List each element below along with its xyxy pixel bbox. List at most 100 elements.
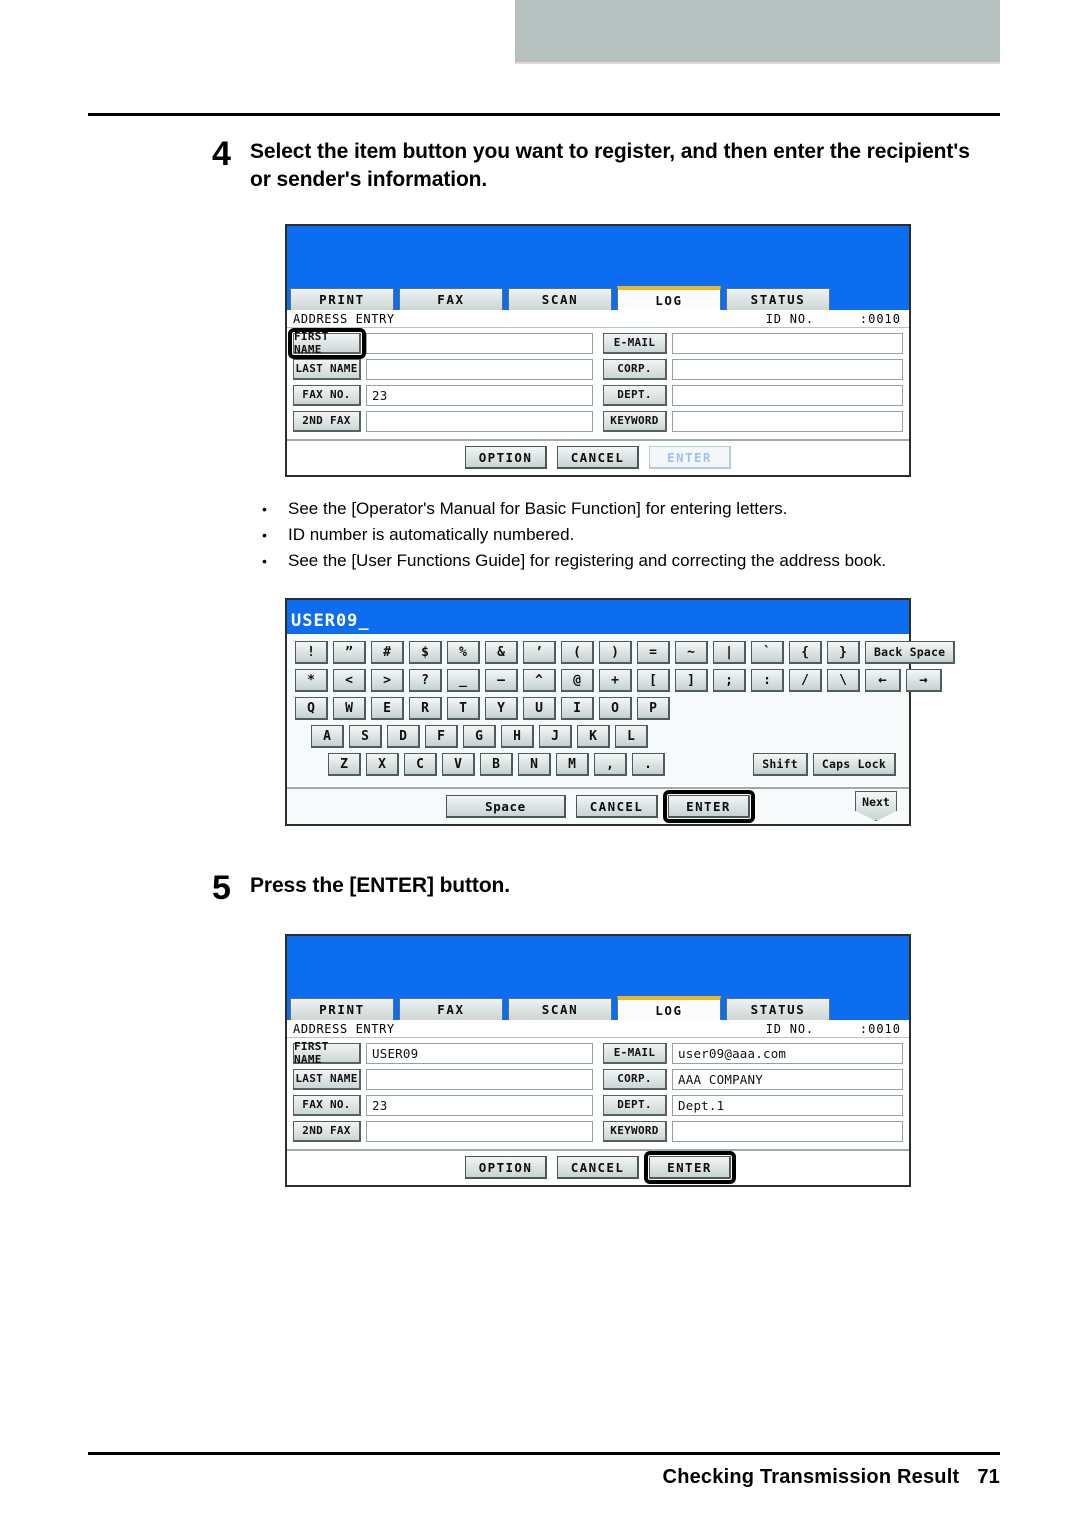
option-button[interactable]: OPTION [465,446,547,469]
key-![interactable]: ! [295,641,328,664]
tab-print[interactable]: PRINT [290,998,394,1020]
key-:[interactable]: : [751,669,784,692]
tab-fax[interactable]: FAX [399,998,503,1020]
field-value-e-mail[interactable] [672,332,903,354]
field-button-fax-no[interactable]: FAX NO. [293,1094,361,1116]
key-”[interactable]: ” [333,641,366,664]
key-Q[interactable]: Q [295,697,328,720]
key-*[interactable]: * [295,669,328,692]
key->[interactable]: > [371,669,404,692]
key-N[interactable]: N [518,753,551,776]
key-;[interactable]: ; [713,669,746,692]
field-button-2nd-fax[interactable]: 2ND FAX [293,410,361,432]
key-@[interactable]: @ [561,669,594,692]
key-|[interactable]: | [713,641,746,664]
field-value-corp[interactable] [672,358,903,380]
key-~[interactable]: ~ [675,641,708,664]
key-F[interactable]: F [425,725,458,748]
key-Y[interactable]: Y [485,697,518,720]
key-/[interactable]: / [789,669,822,692]
key-}[interactable]: } [827,641,860,664]
field-button-2nd-fax[interactable]: 2ND FAX [293,1120,361,1142]
key-back-space[interactable]: Back Space [865,641,956,664]
key-D[interactable]: D [387,725,420,748]
tab-status[interactable]: STATUS [726,998,830,1020]
field-value-2nd-fax[interactable] [366,410,593,432]
tab-log[interactable]: LOG [617,996,721,1020]
field-value-2nd-fax[interactable] [366,1120,593,1142]
tab-fax[interactable]: FAX [399,288,503,310]
key-<[interactable]: < [333,669,366,692]
key-C[interactable]: C [404,753,437,776]
cancel-button[interactable]: CANCEL [557,1156,639,1179]
key-K[interactable]: K [577,725,610,748]
field-button-first-name[interactable]: FIRST NAME [288,327,366,359]
enter-button[interactable]: ENTER [644,1151,736,1184]
field-value-fax-no[interactable]: 23 [366,1094,593,1116]
field-value-fax-no[interactable]: 23 [366,384,593,406]
key-H[interactable]: H [501,725,534,748]
key-A[interactable]: A [311,725,344,748]
key-+[interactable]: + [599,669,632,692]
next-button[interactable]: Next [855,791,897,821]
field-button-dept[interactable]: DEPT. [603,1094,667,1116]
key-[[interactable]: [ [637,669,670,692]
tab-scan[interactable]: SCAN [508,998,612,1020]
field-button-corp[interactable]: CORP. [603,1068,667,1090]
tab-print[interactable]: PRINT [290,288,394,310]
key-Z[interactable]: Z [328,753,361,776]
field-button-dept[interactable]: DEPT. [603,384,667,406]
field-button-keyword[interactable]: KEYWORD [603,1120,667,1142]
field-button-last-name[interactable]: LAST NAME [293,1068,361,1090]
key-.[interactable]: . [632,753,665,776]
key-B[interactable]: B [480,753,513,776]
key-&[interactable]: & [485,641,518,664]
key-J[interactable]: J [539,725,572,748]
key-,[interactable]: , [594,753,627,776]
key-P[interactable]: P [637,697,670,720]
cancel-button[interactable]: CANCEL [576,795,658,818]
key-=[interactable]: = [637,641,670,664]
space-button[interactable]: Space [446,795,566,818]
arrow-right-icon[interactable]: → [906,669,942,692]
key-#[interactable]: # [371,641,404,664]
field-button-last-name[interactable]: LAST NAME [293,358,361,380]
key-`[interactable]: ` [751,641,784,664]
key-shift[interactable]: Shift [753,753,808,776]
key-^[interactable]: ^ [523,669,556,692]
key-][interactable]: ] [675,669,708,692]
field-value-e-mail[interactable]: user09@aaa.com [672,1042,903,1064]
tab-status[interactable]: STATUS [726,288,830,310]
field-button-corp[interactable]: CORP. [603,358,667,380]
key-W[interactable]: W [333,697,366,720]
enter-button[interactable]: ENTER [663,790,755,823]
field-button-keyword[interactable]: KEYWORD [603,410,667,432]
key-L[interactable]: L [615,725,648,748]
key-_[interactable]: _ [447,669,480,692]
tab-log[interactable]: LOG [617,286,721,310]
field-button-e-mail[interactable]: E-MAIL [603,332,667,354]
key-R[interactable]: R [409,697,442,720]
field-button-fax-no[interactable]: FAX NO. [293,384,361,406]
field-value-first-name[interactable] [366,332,593,354]
key-—[interactable]: — [485,669,518,692]
key-%[interactable]: % [447,641,480,664]
tab-scan[interactable]: SCAN [508,288,612,310]
key-E[interactable]: E [371,697,404,720]
key-O[interactable]: O [599,697,632,720]
field-value-keyword[interactable] [672,1120,903,1142]
key-G[interactable]: G [463,725,496,748]
key-([interactable]: ( [561,641,594,664]
key-I[interactable]: I [561,697,594,720]
field-value-keyword[interactable] [672,410,903,432]
field-value-last-name[interactable] [366,358,593,380]
key-’[interactable]: ’ [523,641,556,664]
key-caps-lock[interactable]: Caps Lock [812,753,896,776]
arrow-left-icon[interactable]: ← [865,669,901,692]
field-value-first-name[interactable]: USER09 [366,1042,593,1064]
field-value-corp[interactable]: AAA COMPANY [672,1068,903,1090]
cancel-button[interactable]: CANCEL [557,446,639,469]
key-X[interactable]: X [366,753,399,776]
key-?[interactable]: ? [409,669,442,692]
key-)[interactable]: ) [599,641,632,664]
